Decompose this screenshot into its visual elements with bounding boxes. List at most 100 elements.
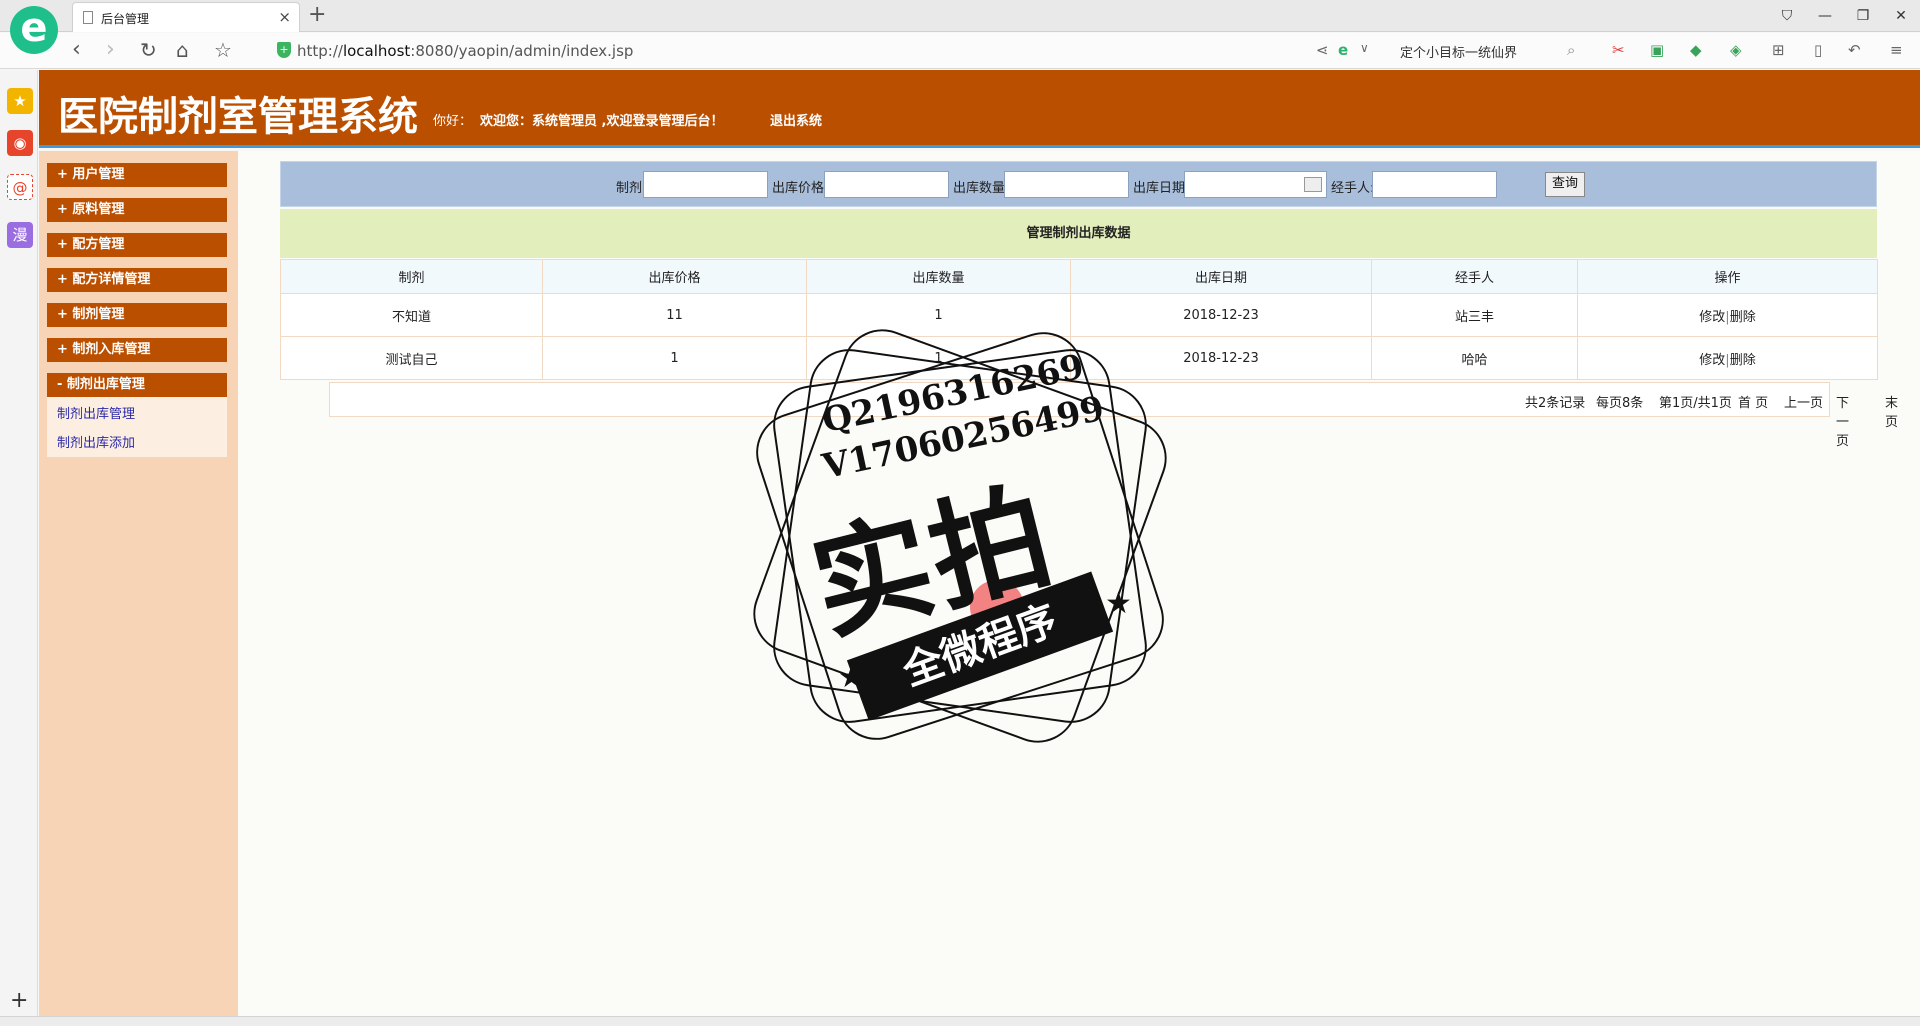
column-header: 经手人: [1371, 259, 1578, 294]
sidebar-item-formula-detail[interactable]: + 配方详情管理: [47, 268, 227, 292]
back-icon[interactable]: ‹: [72, 37, 81, 63]
first-page-link[interactable]: 首 页: [1738, 392, 1768, 411]
cell-handler: 站三丰: [1371, 293, 1578, 337]
status-bar: [0, 1016, 1920, 1026]
cell-actions: 修改|删除: [1577, 293, 1878, 337]
home-icon[interactable]: ⌂: [176, 37, 189, 63]
search-label-handler: 经手人:: [1331, 181, 1375, 196]
search-label-preparation: 制剂:: [616, 181, 647, 196]
prev-page-link[interactable]: 上一页: [1784, 392, 1823, 411]
chevron-down-icon[interactable]: ∨: [1360, 41, 1369, 55]
logout-link[interactable]: 退出系统: [770, 110, 822, 129]
browser-tab[interactable]: 后台管理 ×: [72, 2, 300, 32]
search-input[interactable]: 定个小目标一统仙界: [1400, 42, 1517, 61]
restore-button[interactable]: ❐: [1844, 0, 1882, 32]
sidebar-item-user[interactable]: + 用户管理: [47, 163, 227, 187]
column-header: 出库数量: [806, 259, 1071, 294]
shield-ext-icon[interactable]: ◆: [1690, 41, 1702, 59]
calendar-icon[interactable]: [1304, 177, 1322, 192]
sidebar-item-stock-out[interactable]: - 制剂出库管理: [47, 373, 227, 397]
column-header: 出库价格: [542, 259, 807, 294]
next-page-link[interactable]: 下一页: [1836, 392, 1849, 449]
delete-link[interactable]: 删除: [1730, 310, 1756, 325]
sidebar-item-formula[interactable]: + 配方管理: [47, 233, 227, 257]
table-header-row: 制剂 出库价格 出库数量 出库日期 经手人 操作: [280, 259, 1878, 294]
date-input[interactable]: [1184, 171, 1327, 198]
undo-icon[interactable]: ↶: [1848, 41, 1861, 59]
per-page: 每页8条: [1596, 396, 1644, 411]
cell-preparation: 不知道: [280, 293, 543, 337]
edit-link[interactable]: 修改: [1699, 310, 1725, 325]
delete-link[interactable]: 删除: [1730, 353, 1756, 368]
preparation-input[interactable]: [643, 171, 768, 198]
engine-icon[interactable]: e: [1338, 41, 1348, 59]
search-bar: 制剂: 出库价格: 出库数量: 出库日期: 经手人: 查询: [280, 161, 1877, 207]
game-icon[interactable]: ◈: [1730, 41, 1742, 59]
new-tab-button[interactable]: +: [308, 3, 326, 27]
url-path: :8080/yaopin/admin/index.jsp: [410, 42, 634, 60]
share-icon[interactable]: ⋖: [1316, 41, 1329, 59]
address-bar[interactable]: http://localhost:8080/yaopin/admin/index…: [297, 42, 633, 60]
menu-icon[interactable]: ≡: [1890, 41, 1903, 59]
browser-navbar: ‹ › ↻ ⌂ ☆ + http://localhost:8080/yaopin…: [0, 33, 1920, 69]
scissors-icon[interactable]: ✂: [1612, 41, 1625, 59]
add-icon[interactable]: +: [10, 988, 28, 1013]
handler-input[interactable]: [1372, 171, 1497, 198]
data-table: 制剂 出库价格 出库数量 出库日期 经手人 操作 不知道 11 1 2018-1…: [280, 259, 1878, 380]
favorites-icon[interactable]: ★: [7, 88, 33, 114]
cell-preparation: 测试自己: [280, 336, 543, 380]
sidebar: + 用户管理 + 原料管理 + 配方管理 + 配方详情管理 + 制剂管理 + 制…: [39, 151, 238, 1016]
browser-logo-icon: e: [10, 6, 58, 54]
forward-icon[interactable]: ›: [106, 37, 115, 63]
page-indicator: 第1页/共1页: [1659, 396, 1732, 411]
tablet-icon[interactable]: ▯: [1814, 41, 1822, 59]
url-prefix: http://: [297, 42, 343, 60]
tab-title: 后台管理: [101, 12, 150, 26]
apps-grid-icon[interactable]: ⊞: [1772, 41, 1785, 59]
cell-quantity: 1: [806, 336, 1071, 380]
table-title: 管理制剂出库数据: [280, 209, 1877, 258]
table-row: 不知道 11 1 2018-12-23 站三丰 修改|删除: [280, 293, 1878, 337]
document-icon: [83, 11, 93, 24]
total-records: 共2条记录: [1525, 396, 1586, 411]
cell-actions: 修改|删除: [1577, 336, 1878, 380]
sidebar-item-stock-in[interactable]: + 制剂入库管理: [47, 338, 227, 362]
search-label-date: 出库日期:: [1133, 181, 1190, 196]
edit-link[interactable]: 修改: [1699, 353, 1725, 368]
shirt-icon[interactable]: ⛉: [1768, 0, 1806, 32]
search-icon[interactable]: ⌕: [1567, 41, 1575, 59]
secure-shield-icon: +: [277, 42, 291, 58]
reload-icon[interactable]: ↻: [140, 37, 157, 63]
sidebar-sub-stock-out-manage[interactable]: 制剂出库管理: [57, 403, 135, 422]
page-title: 医院制剂室管理系统: [58, 93, 418, 140]
extension-icon[interactable]: ▣: [1650, 41, 1664, 59]
sidebar-sub-stock-out-add[interactable]: 制剂出库添加: [57, 432, 135, 451]
url-host: localhost: [342, 42, 411, 60]
quantity-input[interactable]: [1004, 171, 1129, 198]
cell-handler: 哈哈: [1371, 336, 1578, 380]
comic-icon[interactable]: 漫: [7, 222, 33, 248]
cell-quantity: 1: [806, 293, 1071, 337]
minimize-button[interactable]: —: [1806, 0, 1844, 32]
sidebar-item-material[interactable]: + 原料管理: [47, 198, 227, 222]
cell-price: 1: [542, 336, 807, 380]
weibo-icon[interactable]: ◉: [7, 130, 33, 156]
search-label-price: 出库价格:: [772, 181, 829, 196]
close-window-button[interactable]: ✕: [1882, 0, 1920, 32]
last-page-link[interactable]: 末 页: [1885, 392, 1898, 430]
pagination: 共2条记录 每页8条 第1页/共1页 首 页 上一页 下一页 末 页: [329, 382, 1898, 449]
sidebar-item-preparation[interactable]: + 制剂管理: [47, 303, 227, 327]
app-header: 医院制剂室管理系统 你好： 欢迎您：系统管理员 ,欢迎登录管理后台！ 退出系统: [39, 70, 1920, 148]
browser-sidebar-strip: ★ ◉ @ 漫 +: [0, 70, 38, 1016]
mail-icon[interactable]: @: [7, 174, 33, 200]
table-row: 测试自己 1 1 2018-12-23 哈哈 修改|删除: [280, 336, 1878, 380]
cell-price: 11: [542, 293, 807, 337]
price-input[interactable]: [824, 171, 949, 198]
close-tab-icon[interactable]: ×: [278, 8, 291, 26]
cell-date: 2018-12-23: [1070, 336, 1372, 380]
query-button[interactable]: 查询: [1545, 172, 1585, 197]
main-content: 制剂: 出库价格: 出库数量: 出库日期: 经手人: 查询 管理制剂出库数据 制…: [238, 151, 1920, 1016]
column-header: 出库日期: [1070, 259, 1372, 294]
favorite-star-icon[interactable]: ☆: [214, 37, 232, 63]
submenu: 制剂出库管理 制剂出库添加: [47, 397, 227, 457]
